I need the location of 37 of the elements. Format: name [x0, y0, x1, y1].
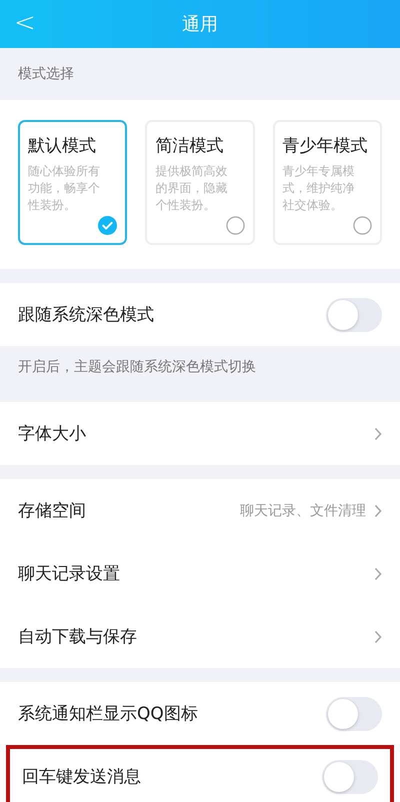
radio-icon — [352, 216, 372, 235]
row-label: 聊天记录设置 — [18, 563, 120, 585]
settings-row[interactable]: 字体大小 — [0, 402, 400, 465]
hint-text: 开启后，主题会跟随系统深色模式切换 — [17, 358, 257, 377]
toggle-switch[interactable] — [326, 696, 382, 730]
row-label: 自动下载与保存 — [18, 626, 137, 648]
mode-name: 简洁模式 — [155, 135, 224, 157]
check-icon — [98, 216, 118, 235]
row-label: 跟随系统深色模式 — [18, 304, 154, 326]
settings-row[interactable]: 回车键发送消息 — [6, 745, 394, 802]
radio-icon — [226, 216, 245, 235]
chevron-icon — [374, 630, 382, 644]
mode-description: 随心体验所有功能，畅享个性装扮。 — [28, 163, 101, 214]
mode-name: 青少年模式 — [282, 135, 369, 157]
toggle-switch[interactable] — [326, 298, 382, 332]
row-label: 存储空间 — [18, 500, 86, 522]
settings-row[interactable]: 系统通知栏显示QQ图标 — [0, 682, 400, 745]
settings-row[interactable]: 跟随系统深色模式 — [0, 283, 400, 346]
row-label: 字体大小 — [18, 423, 86, 445]
mode-card[interactable]: 青少年模式 青少年专属模式，维护纯净社交体验。 — [272, 120, 382, 245]
chevron-icon — [374, 566, 382, 580]
settings-row[interactable]: 聊天记录设置 — [0, 542, 400, 605]
page-title: 通用 — [182, 13, 218, 36]
section-label: 模式选择 — [17, 65, 75, 84]
mode-card[interactable]: 简洁模式 提供极简高效的界面，隐藏个性装扮。 — [145, 120, 255, 245]
mode-name: 默认模式 — [28, 135, 97, 157]
row-label: 系统通知栏显示QQ图标 — [18, 703, 198, 725]
mode-card[interactable]: 默认模式 随心体验所有功能，畅享个性装扮。 — [18, 120, 128, 245]
mode-description: 提供极简高效的界面，隐藏个性装扮。 — [155, 163, 228, 214]
row-value: 聊天记录、文件清理 — [240, 502, 366, 520]
settings-row[interactable]: 自动下载与保存 — [0, 605, 400, 668]
chevron-icon — [374, 504, 382, 518]
row-label: 回车键发送消息 — [22, 766, 141, 788]
toggle-switch[interactable] — [322, 760, 378, 794]
mode-description: 青少年专属模式，维护纯净社交体验。 — [282, 163, 356, 214]
settings-row[interactable]: 存储空间 聊天记录、文件清理 — [0, 479, 400, 542]
chevron-icon — [374, 426, 382, 440]
